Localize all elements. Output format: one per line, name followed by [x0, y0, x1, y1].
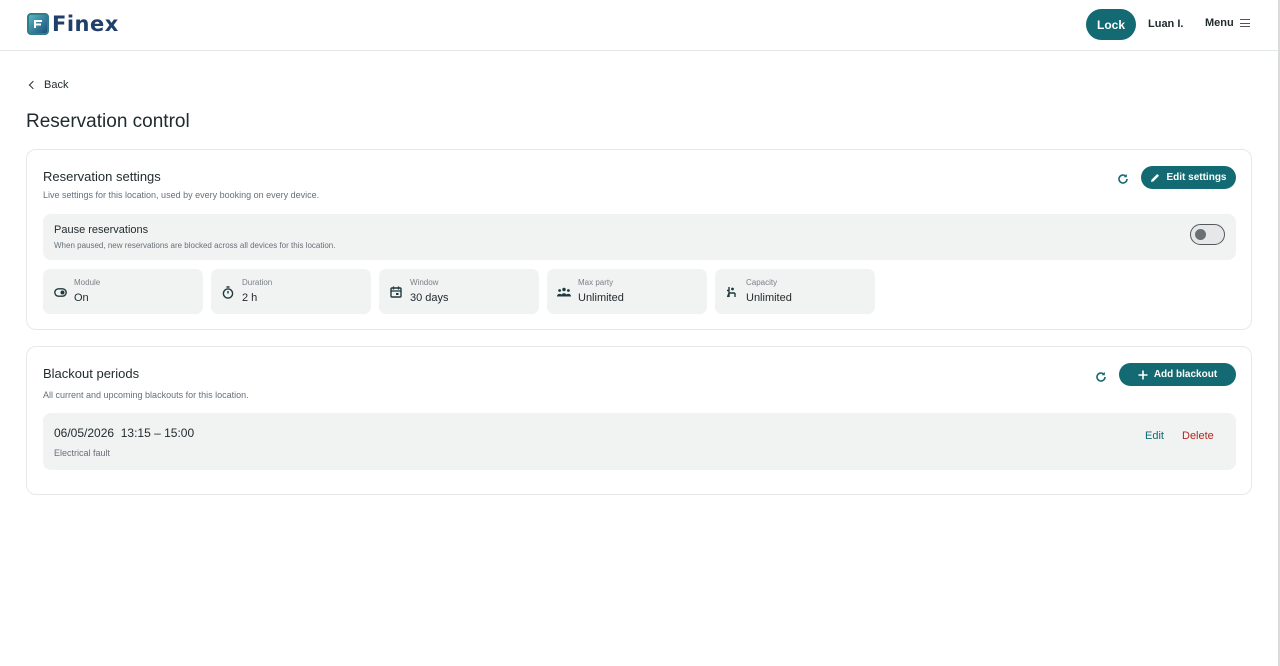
group-icon — [557, 285, 571, 299]
blackouts-title: Blackout periods — [43, 366, 140, 381]
stat-value: On — [74, 292, 89, 304]
stat-value: 30 days — [410, 292, 449, 304]
reservation-settings-card: Reservation settings Live settings for t… — [26, 149, 1252, 330]
stat-label: Duration — [242, 278, 273, 287]
toggle-icon — [53, 285, 67, 299]
logo[interactable]: Finex — [27, 13, 119, 35]
edit-settings-button[interactable]: Edit settings — [1141, 166, 1236, 189]
blackout-periods-card: Blackout periods All current and upcomin… — [26, 346, 1252, 495]
add-blackout-label: Add blackout — [1153, 369, 1218, 380]
user-name[interactable]: Luan I. — [1148, 18, 1183, 30]
stat-label: Max party — [578, 278, 614, 287]
pencil-icon — [1151, 173, 1160, 182]
stat-label: Window — [410, 278, 439, 287]
edit-settings-label: Edit settings — [1166, 172, 1227, 183]
blackout-datetime: 06/05/2026 13:15 – 15:00 — [54, 426, 195, 440]
page-title: Reservation control — [26, 111, 190, 132]
pause-reservations-row: Pause reservations When paused, new rese… — [43, 214, 1236, 260]
blackout-item: 06/05/2026 13:15 – 15:00 Electrical faul… — [43, 413, 1236, 470]
logo-text: Finex — [52, 12, 119, 36]
delete-blackout-button[interactable]: Delete — [1182, 430, 1214, 442]
add-blackout-button[interactable]: Add blackout — [1119, 363, 1236, 386]
seat-icon — [725, 285, 739, 299]
stat-duration: Duration 2 h — [211, 269, 371, 314]
top-bar: Finex Lock Luan I. Menu — [0, 0, 1280, 51]
chevron-left-icon — [28, 80, 38, 90]
stat-label: Module — [74, 278, 101, 287]
blackouts-subtitle: All current and upcoming blackouts for t… — [43, 390, 249, 400]
stat-window: Window 30 days — [379, 269, 539, 314]
refresh-blackouts-icon[interactable] — [1094, 370, 1108, 384]
back-label: Back — [44, 79, 69, 91]
menu-button[interactable]: Menu — [1205, 17, 1250, 29]
menu-label: Menu — [1205, 17, 1234, 29]
back-link[interactable]: Back — [28, 79, 69, 91]
settings-subtitle: Live settings for this location, used by… — [43, 190, 320, 200]
calendar-icon — [389, 285, 403, 299]
stat-value: Unlimited — [578, 292, 624, 304]
stat-label: Capacity — [746, 278, 778, 287]
stat-value: Unlimited — [746, 292, 792, 304]
toggle-knob — [1195, 228, 1206, 240]
stat-max-party: Max party Unlimited — [547, 269, 707, 314]
logo-mark-icon — [27, 13, 49, 35]
lock-button[interactable]: Lock — [1086, 9, 1136, 40]
blackout-reason: Electrical fault — [54, 448, 111, 458]
refresh-settings-icon[interactable] — [1116, 172, 1130, 186]
hamburger-icon — [1239, 19, 1250, 27]
stat-value: 2 h — [242, 292, 258, 304]
settings-title: Reservation settings — [43, 169, 161, 184]
pause-description: When paused, new reservations are blocke… — [54, 241, 336, 250]
stat-module: Module On — [43, 269, 203, 314]
stat-capacity: Capacity Unlimited — [715, 269, 875, 314]
edit-blackout-button[interactable]: Edit — [1145, 430, 1164, 442]
pause-title: Pause reservations — [54, 224, 149, 236]
pause-toggle[interactable] — [1190, 224, 1225, 245]
stopwatch-icon — [221, 285, 235, 299]
plus-icon — [1138, 370, 1148, 379]
